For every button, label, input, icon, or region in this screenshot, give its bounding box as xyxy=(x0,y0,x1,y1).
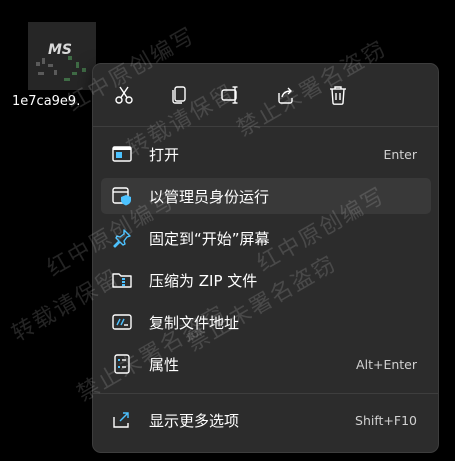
menu-item-shortcut: Shift+F10 xyxy=(355,413,417,428)
menu-item-shortcut: Enter xyxy=(383,147,417,162)
cut-button[interactable] xyxy=(107,78,141,112)
context-menu-toolbar xyxy=(93,64,438,124)
delete-icon xyxy=(327,84,349,106)
menu-item-copy-path[interactable]: 复制文件地址 xyxy=(101,304,431,340)
menu-item-pin-to-start[interactable]: 固定到“开始”屏幕 xyxy=(101,220,431,256)
menu-item-label: 打开 xyxy=(149,146,180,164)
menu-item-compress-zip[interactable]: 压缩为 ZIP 文件 xyxy=(101,262,431,298)
copy-icon xyxy=(168,84,190,106)
menu-divider xyxy=(93,393,438,394)
share-button[interactable] xyxy=(268,78,302,112)
more-options-icon xyxy=(111,410,133,430)
run-as-admin-icon xyxy=(111,186,133,206)
rename-icon xyxy=(220,84,242,106)
copy-path-icon xyxy=(111,312,133,332)
file-name-label: 1e7ca9e9. xyxy=(12,94,81,109)
thumbnail-text: MS xyxy=(48,42,73,58)
menu-item-run-as-admin[interactable]: 以管理员身份运行 xyxy=(101,178,431,214)
share-icon xyxy=(274,84,296,106)
zip-folder-icon xyxy=(111,270,133,290)
menu-item-open[interactable]: 打开 Enter xyxy=(101,136,431,172)
rename-button[interactable] xyxy=(214,78,248,112)
copy-button[interactable] xyxy=(162,78,196,112)
menu-item-show-more-options[interactable]: 显示更多选项 Shift+F10 xyxy=(101,402,431,438)
menu-item-label: 显示更多选项 xyxy=(149,412,240,430)
menu-item-label: 压缩为 ZIP 文件 xyxy=(149,272,258,290)
menu-item-label: 固定到“开始”屏幕 xyxy=(149,230,270,248)
open-icon xyxy=(111,144,133,164)
cut-icon xyxy=(113,84,135,106)
menu-item-shortcut: Alt+Enter xyxy=(356,357,417,372)
menu-item-label: 以管理员身份运行 xyxy=(149,188,270,206)
menu-item-label: 复制文件地址 xyxy=(149,314,240,332)
delete-button[interactable] xyxy=(321,78,355,112)
pin-icon xyxy=(111,228,133,248)
menu-item-properties[interactable]: 属性 Alt+Enter xyxy=(101,346,431,382)
properties-icon xyxy=(111,354,133,374)
file-thumbnail-icon: MS xyxy=(28,22,96,90)
context-menu: 打开 Enter 以管理员身份运行 固定到“开始”屏幕 压缩为 ZIP 文件 复… xyxy=(92,63,439,453)
menu-item-label: 属性 xyxy=(149,356,180,374)
toolbar-divider xyxy=(93,126,438,127)
